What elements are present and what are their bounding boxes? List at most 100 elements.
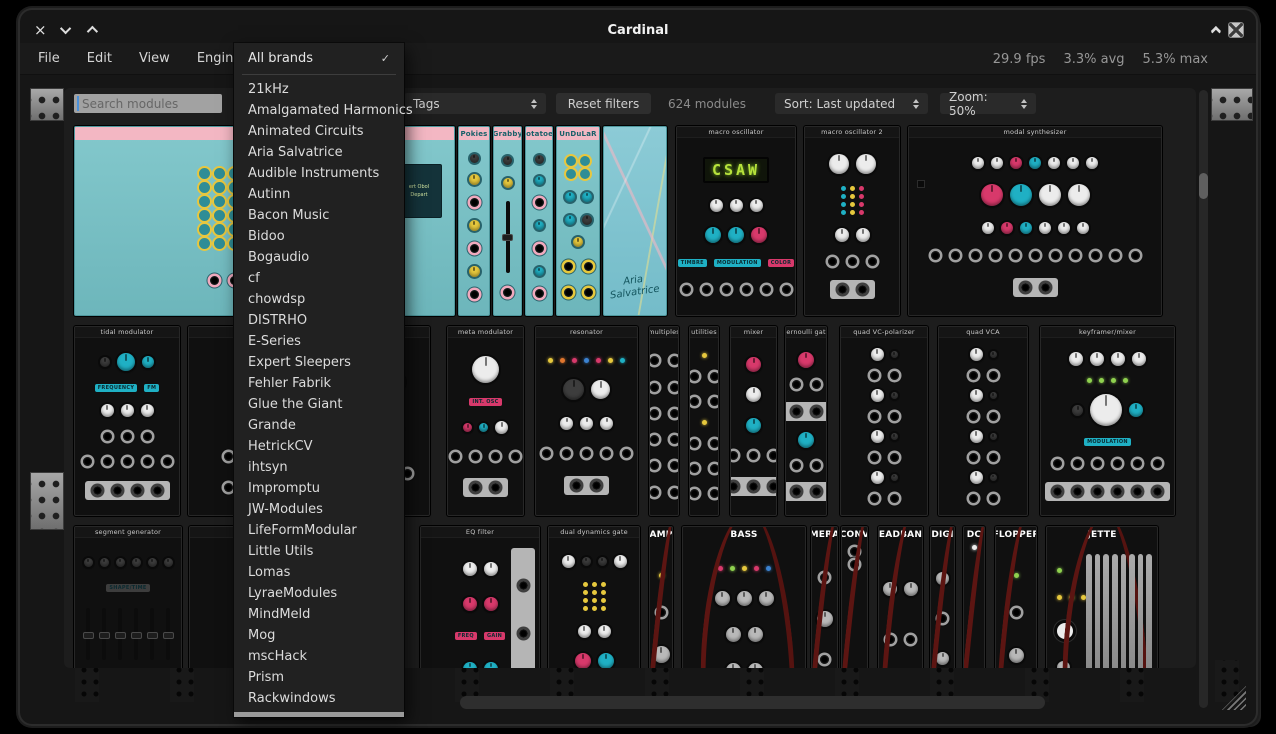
brand-option-lyraemodules[interactable]: LyraeModules — [234, 583, 404, 604]
menu-item-edit[interactable]: Edit — [87, 51, 112, 66]
vertical-scrollbar-thumb[interactable] — [1199, 173, 1208, 199]
module-quad-vc-polarizer[interactable]: quad VC-polarizer — [840, 326, 928, 516]
title-bar: × Cardinal — [20, 16, 1256, 44]
module-segment-generator[interactable]: segment generatorSHAPE/TIMETIME/LEVEL — [74, 526, 182, 668]
knob — [614, 555, 627, 568]
module-amp[interactable]: AMP — [649, 526, 673, 668]
brand-option-bacon-music[interactable]: Bacon Music — [234, 205, 404, 226]
brand-option-mindmeld[interactable]: MindMeld — [234, 604, 404, 625]
horizontal-scrollbar[interactable] — [460, 696, 1045, 709]
module-grabby[interactable]: Grabby — [493, 126, 522, 316]
menu-item-view[interactable]: View — [139, 51, 170, 66]
jack-row — [689, 370, 719, 383]
brand-option-e-series[interactable]: E-Series — [234, 331, 404, 352]
brand-option-expert-sleepers[interactable]: Expert Sleepers — [234, 352, 404, 373]
brand-option-bidoo[interactable]: Bidoo — [234, 226, 404, 247]
knob — [535, 267, 544, 276]
module-undular[interactable]: UnDuLaR — [556, 126, 600, 316]
abs-wrap — [1086, 554, 1152, 668]
module-mixer[interactable]: mixer — [730, 326, 777, 516]
knob — [100, 558, 109, 567]
output-strip — [85, 481, 170, 500]
brand-option-lomas[interactable]: Lomas — [234, 562, 404, 583]
knob-row — [565, 215, 592, 225]
jack — [890, 453, 899, 462]
module-conv[interactable]: CONV — [841, 526, 868, 668]
module-meta-modulator[interactable]: meta modulatorINT. OSC — [447, 326, 524, 516]
reset-filters-button[interactable]: Reset filters — [556, 93, 651, 114]
module-pokies[interactable]: Pokies — [458, 126, 490, 316]
brand-option-ihtsyn[interactable]: ihtsyn — [234, 457, 404, 478]
jack — [850, 547, 859, 556]
brand-option-prism[interactable]: Prism — [234, 667, 404, 688]
brand-option-mog[interactable]: Mog — [234, 625, 404, 646]
module-panel — [526, 140, 552, 315]
brand-option-21khz[interactable]: 21kHz — [234, 79, 404, 100]
module-dual-dynamics-gate[interactable]: dual dynamics gateLEVEL MODLEVEL MOD — [548, 526, 640, 668]
brand-option-chowdsp[interactable]: chowdsp — [234, 289, 404, 310]
brand-option-all-brands[interactable]: All brands ✓ — [234, 45, 404, 71]
module-bernoulli-gate[interactable]: bernoulli gate — [785, 326, 827, 516]
module-mera[interactable]: MERA — [811, 526, 838, 668]
jack-row — [967, 369, 1000, 382]
search-input[interactable] — [80, 94, 218, 113]
module-eq-filter[interactable]: EQ filterFREQGAIN — [420, 526, 540, 668]
module-digi[interactable]: DIGI — [930, 526, 955, 668]
menu-item-file[interactable]: File — [38, 51, 60, 66]
zoom-dropdown[interactable]: Zoom: 50% — [940, 93, 1036, 114]
sort-dropdown[interactable]: Sort: Last updated — [775, 93, 928, 114]
led — [596, 358, 601, 363]
module-flopper[interactable]: FLOPPER — [995, 526, 1037, 668]
module-multiples[interactable]: multiples — [649, 326, 679, 516]
module-unnamed[interactable]: Aria Salvatrice — [603, 126, 667, 316]
jack — [670, 461, 679, 470]
module-jette[interactable]: JETTE — [1046, 526, 1158, 668]
brand-option-aria-salvatrice[interactable]: Aria Salvatrice — [234, 142, 404, 163]
brand-option-animated-circuits[interactable]: Animated Circuits — [234, 121, 404, 142]
brand-option-hetrickcv[interactable]: HetrickCV — [234, 436, 404, 457]
brand-option-impromptu[interactable]: Impromptu — [234, 478, 404, 499]
module-bass[interactable]: BASS — [682, 526, 806, 668]
tags-dropdown[interactable]: Tags — [404, 93, 546, 114]
module-utilities[interactable]: utilities — [689, 326, 719, 516]
rollup-icon[interactable] — [1211, 29, 1218, 31]
dropdown-scrollbar[interactable] — [234, 712, 404, 717]
brand-option-glue-the-giant[interactable]: Glue the Giant — [234, 394, 404, 415]
brand-option-audible-instruments[interactable]: Audible Instruments — [234, 163, 404, 184]
brand-option-fehler-fabrik[interactable]: Fehler Fabrik — [234, 373, 404, 394]
module-resonator[interactable]: resonator — [535, 326, 638, 516]
module-tidal-modulator[interactable]: tidal modulatorFREQUENCYFM — [74, 326, 180, 516]
brand-option-amalgamated-harmonics[interactable]: Amalgamated Harmonics — [234, 100, 404, 121]
module-rotatoes[interactable]: Rotatoes — [525, 126, 553, 316]
brand-option-lifeformmodular[interactable]: LifeFormModular — [234, 520, 404, 541]
brand-option-autinn[interactable]: Autinn — [234, 184, 404, 205]
module-quad-vca[interactable]: quad VCA — [938, 326, 1028, 516]
brand-option-distrho[interactable]: DISTRHO — [234, 310, 404, 331]
knob — [1048, 157, 1060, 169]
module-modal-synthesizer[interactable]: modal synthesizer — [908, 126, 1162, 316]
jack — [511, 452, 520, 461]
jack — [650, 461, 659, 470]
jack-row — [689, 487, 719, 500]
brand-option-cf[interactable]: cf — [234, 268, 404, 289]
brand-option-grande[interactable]: Grande — [234, 415, 404, 436]
module-macro-oscillator[interactable]: macro oscillatorCSAWTIMBREMODULATIONCOLO… — [676, 126, 796, 316]
close-icon[interactable]: × — [34, 23, 47, 38]
brand-option-jw-modules[interactable]: JW-Modules — [234, 499, 404, 520]
jack — [870, 371, 879, 380]
tray-icon[interactable] — [1228, 22, 1244, 38]
module-dc[interactable]: DC — [963, 526, 985, 668]
module-macro-oscillator-2[interactable]: macro oscillator 2 — [804, 126, 900, 316]
jack — [670, 409, 679, 418]
brand-option-mschack[interactable]: mscHack — [234, 646, 404, 667]
chevron-down-icon[interactable] — [60, 23, 71, 34]
brand-option-little-utils[interactable]: Little Utils — [234, 541, 404, 562]
brand-option-rackwindows[interactable]: Rackwindows — [234, 688, 404, 709]
brand-option-bogaudio[interactable]: Bogaudio — [234, 247, 404, 268]
grid-cell — [214, 238, 225, 249]
performance-stats: 29.9 fps 3.3% avg 5.3% max — [993, 43, 1208, 75]
grid-row — [566, 156, 590, 166]
module-deadband[interactable]: DEADBAND — [878, 526, 923, 668]
knob — [141, 404, 154, 417]
module-keyframer-mixer[interactable]: keyframer/mixerMODULATION — [1040, 326, 1175, 516]
